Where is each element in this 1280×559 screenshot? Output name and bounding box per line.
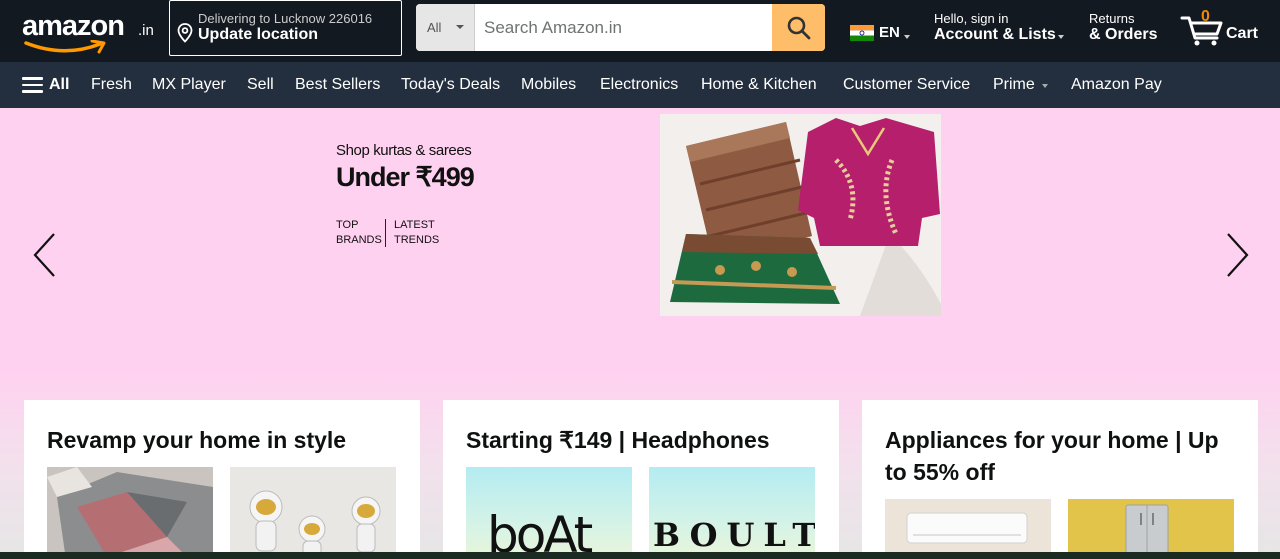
orders-label: & Orders: [1089, 26, 1158, 43]
card-headphones[interactable]: Starting ₹149 | Headphones boAt BOULT: [443, 400, 839, 559]
promo-headline: Under ₹499: [336, 162, 475, 192]
card-appliances[interactable]: Appliances for your home | Up to 55% off: [862, 400, 1258, 559]
carousel-next-icon[interactable]: [1222, 230, 1252, 280]
cart-count: 0: [1201, 8, 1210, 25]
logo-tld: .in: [138, 22, 154, 39]
cart-button[interactable]: 0 Cart: [1179, 6, 1271, 52]
nav-link-sell[interactable]: Sell: [247, 76, 274, 94]
card-title: Starting ₹149 | Headphones: [466, 427, 770, 453]
card-title: Appliances for your home | Up to 55% off: [885, 427, 1219, 485]
nav-link-mobiles[interactable]: Mobiles: [521, 76, 576, 94]
search-category-label: All: [427, 20, 442, 35]
language-code: EN: [879, 24, 900, 41]
nav-link-home-kitchen[interactable]: Home & Kitchen: [701, 76, 817, 94]
brand-tile-boult[interactable]: BOULT: [649, 467, 815, 559]
account-lists-button[interactable]: Hello, sign in Account & Lists: [934, 10, 1074, 50]
india-flag-icon: [850, 25, 874, 41]
saree-kurta-illustration: [660, 114, 941, 316]
search-button[interactable]: [772, 4, 825, 51]
card-home-decor[interactable]: Revamp your home in style: [24, 400, 420, 559]
nav-link-electronics[interactable]: Electronics: [600, 76, 678, 94]
bottom-scrollbar-strip: [0, 552, 1280, 559]
product-image-astronaut-decor[interactable]: [230, 467, 396, 559]
nav-link-prime[interactable]: Prime: [993, 76, 1035, 94]
caret-down-icon: [904, 35, 910, 39]
search-bar: All: [416, 4, 825, 51]
nav-link-amazon-pay[interactable]: Amazon Pay: [1071, 76, 1162, 94]
promo-tag-latest-trends: LATEST TRENDS: [394, 219, 440, 246]
search-input[interactable]: [475, 4, 772, 51]
promo-image-kurtas-sarees[interactable]: [660, 114, 941, 316]
delivery-location-text: Delivering to Lucknow 226016: [198, 11, 373, 26]
account-greeting: Hello, sign in: [934, 11, 1009, 26]
promo-tag-divider: [385, 219, 386, 247]
nav-link-best-sellers[interactable]: Best Sellers: [295, 76, 380, 94]
hamburger-menu-icon: [22, 77, 43, 93]
carousel-prev-icon[interactable]: [30, 230, 60, 280]
nav-link-customer-service[interactable]: Customer Service: [843, 76, 970, 94]
caret-down-icon: [1058, 35, 1064, 39]
brand-logo-boult: BOULT: [653, 516, 815, 554]
nav-link-fresh[interactable]: Fresh: [91, 76, 132, 94]
product-image-refrigerator[interactable]: [1068, 499, 1234, 559]
update-location-text: Update location: [198, 26, 319, 43]
returns-label: Returns: [1089, 11, 1135, 26]
amazon-logo[interactable]: amazon .in: [20, 8, 160, 54]
all-menu-label: All: [49, 76, 70, 93]
search-category-dropdown[interactable]: All: [416, 4, 475, 51]
card-title: Revamp your home in style: [47, 427, 347, 453]
location-pin-icon: [177, 23, 193, 43]
cart-label: Cart: [1226, 25, 1259, 42]
nav-link-mx-player[interactable]: MX Player: [152, 76, 226, 94]
product-image-air-conditioner[interactable]: [885, 499, 1051, 559]
returns-orders-button[interactable]: Returns & Orders: [1089, 10, 1169, 50]
promo-subtitle: Shop kurtas & sarees: [336, 142, 472, 159]
account-lists-label: Account & Lists: [934, 26, 1056, 43]
brand-tile-boat[interactable]: boAt: [466, 467, 632, 559]
search-icon: [787, 16, 810, 39]
logo-text: amazon: [22, 10, 125, 42]
top-navbar: amazon .in Delivering to Lucknow 226016 …: [0, 0, 1280, 62]
secondary-navbar: All Fresh MX Player Sell Best Sellers To…: [0, 62, 1280, 108]
caret-down-icon: [456, 25, 464, 29]
brand-logo-boat: boAt: [487, 506, 593, 559]
caret-down-icon: [1042, 84, 1048, 88]
delivery-location-button[interactable]: Delivering to Lucknow 226016 Update loca…: [169, 0, 402, 56]
promo-tag-top-brands: TOP BRANDS: [336, 219, 382, 246]
smile-arrow-icon: [24, 40, 106, 54]
product-image-rug[interactable]: [47, 467, 213, 559]
nav-link-todays-deals[interactable]: Today's Deals: [401, 76, 500, 94]
